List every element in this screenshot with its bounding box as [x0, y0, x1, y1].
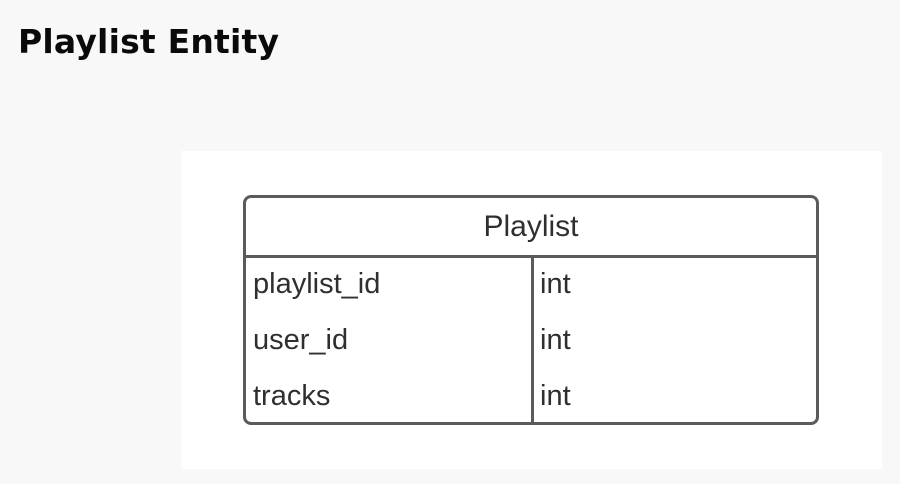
attribute-row: user_id int — [246, 314, 816, 370]
attribute-name: user_id — [253, 324, 349, 356]
attribute-type: int — [540, 268, 571, 300]
page-title: Playlist Entity — [18, 22, 280, 61]
entity-attributes: playlist_id int user_id int tracks int — [246, 258, 816, 422]
attribute-type: int — [540, 324, 571, 356]
diagram-panel: Playlist playlist_id int user_id int tra… — [181, 151, 882, 469]
attribute-type: int — [540, 380, 571, 412]
entity-name: Playlist — [483, 209, 579, 243]
attribute-name: tracks — [253, 380, 331, 412]
attribute-name: playlist_id — [253, 268, 381, 300]
attribute-row: playlist_id int — [246, 258, 816, 314]
attribute-row: tracks int — [246, 370, 816, 426]
playlist-entity-box: Playlist playlist_id int user_id int tra… — [243, 195, 819, 425]
entity-header: Playlist — [246, 198, 816, 258]
